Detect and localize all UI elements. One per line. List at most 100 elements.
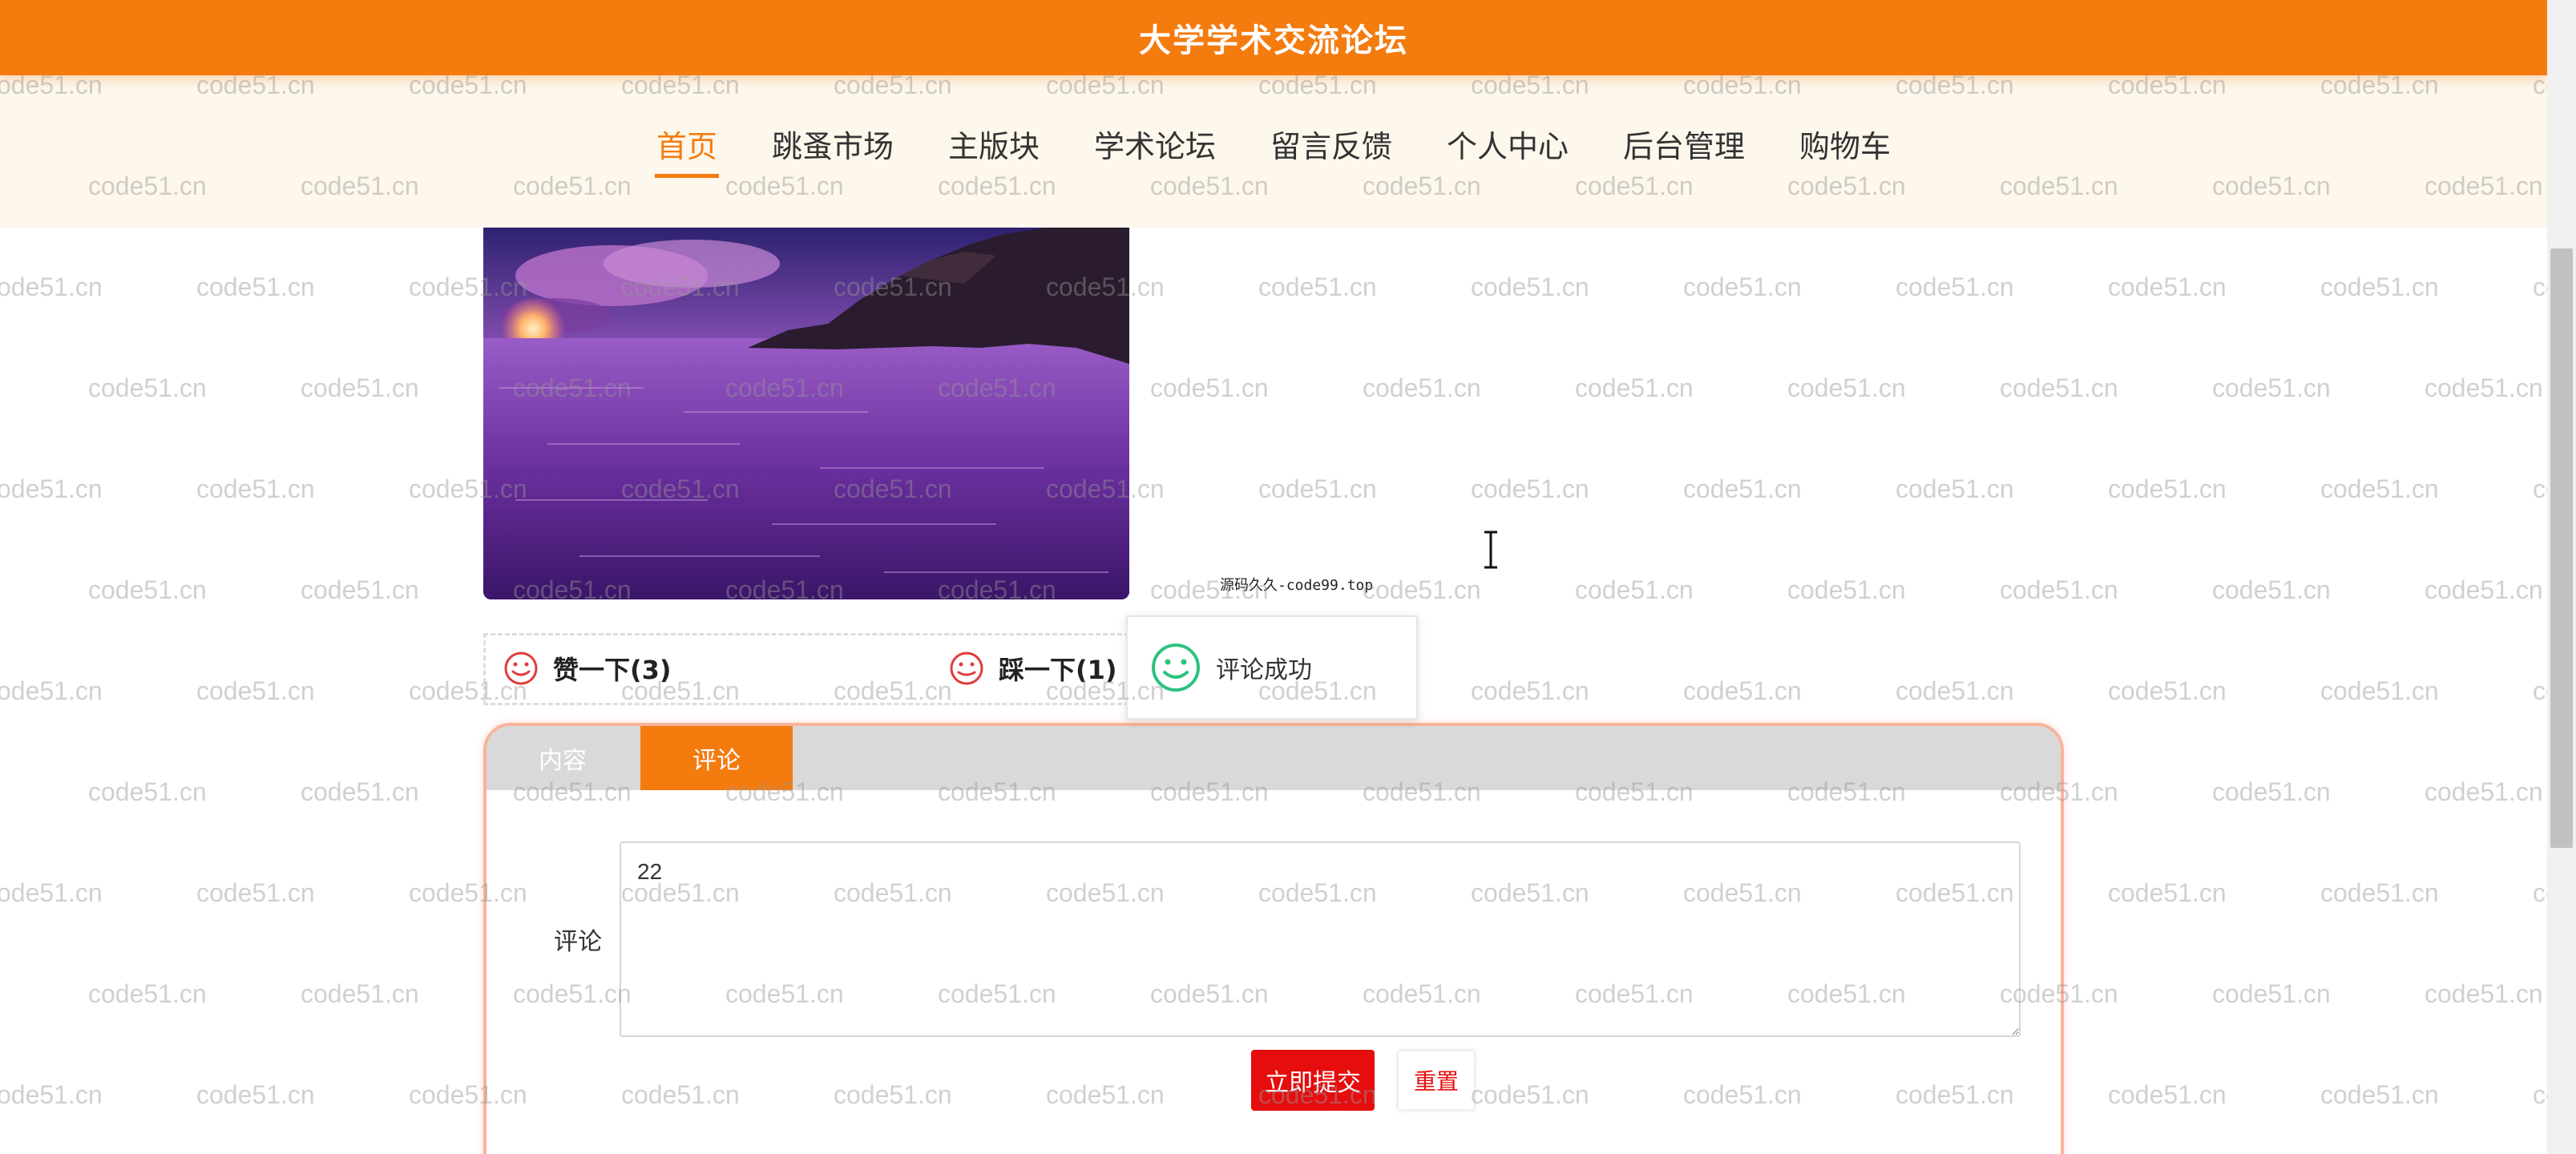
watermark-row: code51.cn code51.cn code51.cn code51.cn code… [0, 474, 2547, 504]
watermark-text: code51.cn [1896, 676, 2014, 705]
like-button[interactable]: 赞一下(3) [503, 650, 672, 687]
sad-icon [950, 652, 983, 685]
nav-item-home[interactable]: 首页 [654, 122, 719, 178]
page: 大学学术交流论坛 首页 跳蚤市场 主版块 学术论坛 留言反馈 个人中心 后台管理… [0, 0, 2576, 1154]
watermark-text: code51.cn [1787, 575, 1906, 604]
nav-list: 首页 跳蚤市场 主版块 学术论坛 留言反馈 个人中心 后台管理 购物车 [0, 122, 2547, 178]
sunset-sea-image [483, 228, 1129, 599]
watermark-text: code51.cn [196, 1080, 315, 1109]
nav-item-cart[interactable]: 购物车 [1798, 122, 1892, 178]
tab-header: 内容 评论 [487, 726, 2061, 790]
watermark-text: code51.cn [1896, 272, 2014, 301]
watermark-text: code51.cn [1258, 272, 1377, 301]
watermark-text: code51.cn [2108, 676, 2227, 705]
nav-item-feedback[interactable]: 留言反馈 [1269, 122, 1394, 178]
site-title: 大学学术交流论坛 [1139, 22, 1408, 59]
watermark-text: code51.cn [196, 878, 315, 907]
comment-label: 评论 [554, 928, 602, 956]
watermark-text: code51.cn [0, 1080, 103, 1109]
watermark-text: code51.cn [2320, 474, 2439, 503]
nav-item-main-board[interactable]: 主版块 [947, 122, 1041, 178]
watermark-text: code51.cn [88, 373, 207, 402]
watermark-text: code51.cn [1363, 373, 1481, 402]
watermark-text: code51.cn [2212, 979, 2331, 1008]
watermark-row: code51.cn code51.cn code51.cn code51.cn code… [88, 373, 2547, 403]
watermark-text: code51.cn [2212, 373, 2331, 402]
watermark-text: code51.cn [2320, 272, 2439, 301]
comment-textarea[interactable]: 22 [620, 841, 2021, 1037]
watermark-text: code51.cn [2533, 474, 2547, 503]
watermark-text: code51.cn [0, 272, 103, 301]
site-header: 大学学术交流论坛 [0, 0, 2547, 75]
watermark-text: code51.cn [196, 676, 315, 705]
watermark-text: code51.cn [1575, 373, 1694, 402]
watermark-text: code51.cn [196, 272, 315, 301]
tab-comment[interactable]: 评论 [640, 726, 793, 790]
watermark-text: code51.cn [1896, 474, 2014, 503]
watermark-text: code51.cn [2533, 272, 2547, 301]
watermark-text: code51.cn [2108, 474, 2227, 503]
watermark-text: code51.cn [2000, 575, 2118, 604]
watermark-text: code51.cn [88, 777, 207, 806]
watermark-text: code51.cn [1471, 272, 1589, 301]
watermark-text: code51.cn [1471, 676, 1589, 705]
success-toast: 评论成功 [1126, 615, 1418, 720]
page-scrollbar[interactable] [2547, 0, 2576, 1154]
toast-message: 评论成功 [1216, 656, 1312, 684]
watermark-text: code51.cn [2425, 979, 2543, 1008]
watermark-text: code51.cn [1683, 676, 1802, 705]
watermark-text: code51.cn [301, 575, 419, 604]
watermark-text: code51.cn [1787, 373, 1906, 402]
watermark-text: code51.cn [1683, 474, 1802, 503]
watermark-text: code51.cn [2108, 1080, 2227, 1109]
source-tooltip: 源码久久-code99.top [1220, 577, 1374, 594]
watermark-text: code51.cn [2320, 878, 2439, 907]
nav-item-user-center[interactable]: 个人中心 [1445, 122, 1570, 178]
watermark-text: code51.cn [0, 474, 103, 503]
watermark-text: code51.cn [2533, 878, 2547, 907]
watermark-text: code51.cn [301, 373, 419, 402]
watermark-text: code51.cn [2320, 676, 2439, 705]
watermark-text: code51.cn [2533, 676, 2547, 705]
watermark-text: code51.cn [2212, 777, 2331, 806]
tab-content[interactable]: 内容 [487, 726, 639, 790]
nav-item-flea-market[interactable]: 跳蚤市场 [770, 122, 895, 178]
watermark-text: code51.cn [1683, 272, 1802, 301]
text-cursor-icon [1481, 531, 1500, 572]
smile-icon [504, 652, 538, 685]
watermark-text: code51.cn [88, 979, 207, 1008]
like-label: 赞一下(3) [553, 655, 672, 685]
watermark-row: code51.cn code51.cn code51.cn code51.cn code… [0, 272, 2547, 302]
watermark-text: code51.cn [1363, 575, 1481, 604]
watermark-text: code51.cn [2425, 575, 2543, 604]
watermark-text: code51.cn [2108, 272, 2227, 301]
watermark-text: code51.cn [1575, 575, 1694, 604]
post-image [483, 228, 1129, 599]
watermark-text: code51.cn [0, 676, 103, 705]
watermark-text: code51.cn [88, 575, 207, 604]
vote-area: 赞一下(3) 踩一下(1) [483, 633, 1129, 705]
watermark-text: code51.cn [2000, 373, 2118, 402]
watermark-text: code51.cn [2425, 373, 2543, 402]
nav-item-admin[interactable]: 后台管理 [1621, 122, 1746, 178]
nav-item-academic-forum[interactable]: 学术论坛 [1092, 122, 1217, 178]
dislike-label: 踩一下(1) [999, 655, 1117, 685]
watermark-text: code51.cn [2533, 1080, 2547, 1109]
watermark-text: code51.cn [1150, 373, 1269, 402]
watermark-text: code51.cn [301, 777, 419, 806]
dislike-button[interactable]: 踩一下(1) [949, 650, 1117, 687]
scrollbar-thumb[interactable] [2550, 248, 2573, 848]
watermark-text: code51.cn [2212, 575, 2331, 604]
watermark-text: code51.cn [301, 979, 419, 1008]
smile-icon [1152, 644, 1200, 692]
submit-button[interactable]: 立即提交 [1251, 1050, 1375, 1111]
watermark-text: code51.cn [2108, 878, 2227, 907]
watermark-text: code51.cn [2320, 1080, 2439, 1109]
reset-button[interactable]: 重置 [1397, 1050, 1476, 1111]
detail-tab-panel: 内容 评论 评论 22 立即提交 重置 [483, 723, 2064, 1154]
watermark-text: code51.cn [2425, 777, 2543, 806]
watermark-text: code51.cn [196, 474, 315, 503]
watermark-text: code51.cn [0, 878, 103, 907]
watermark-text: code51.cn [1471, 474, 1589, 503]
watermark-text: code51.cn [1258, 474, 1377, 503]
